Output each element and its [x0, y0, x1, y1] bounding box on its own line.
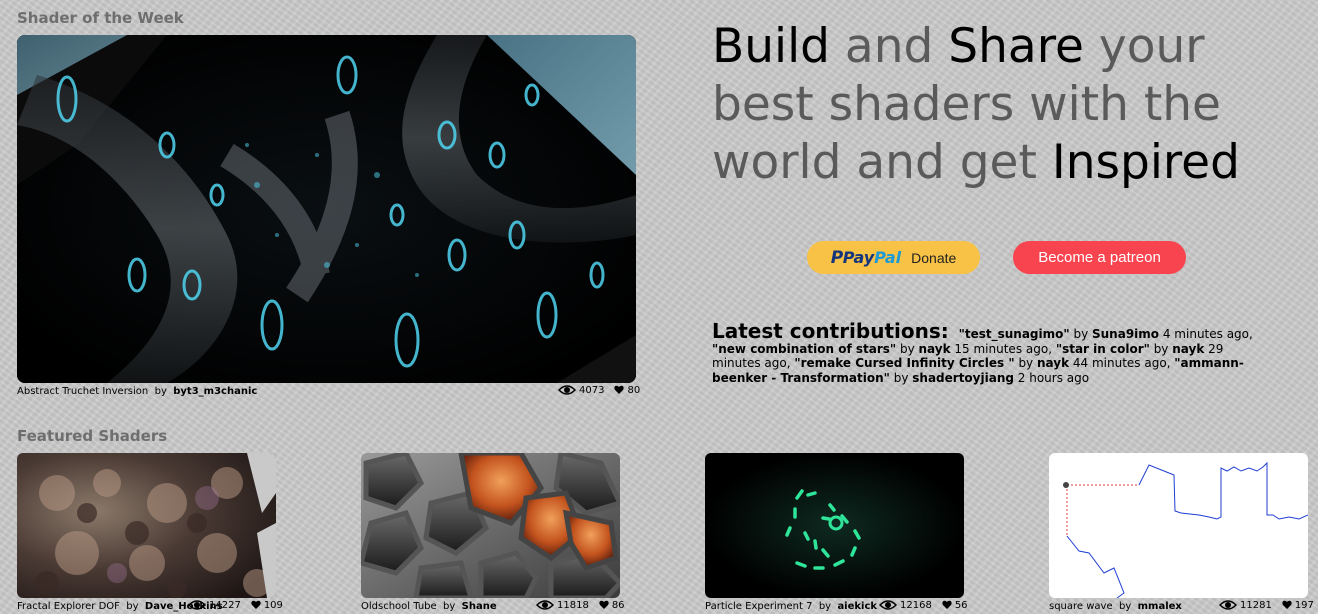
- featured-stats: 14227 109: [188, 599, 283, 611]
- contribution-author[interactable]: Suna9imo: [1092, 327, 1159, 341]
- heart-icon: [942, 600, 952, 610]
- shader-of-week-caption: Abstract Truchet Inversion by byt3_m3cha…: [17, 386, 257, 397]
- eye-icon: [1219, 599, 1237, 611]
- shader-name[interactable]: Oldschool Tube: [361, 601, 437, 612]
- featured-thumb-square-wave[interactable]: [1049, 453, 1308, 598]
- headline: Build and Share your best shaders with t…: [712, 18, 1312, 192]
- heart-icon: [251, 600, 261, 610]
- shader-of-week-preview[interactable]: [17, 35, 636, 383]
- eye-icon: [558, 384, 576, 396]
- contribution-author[interactable]: nayk: [919, 342, 951, 356]
- by-label: by: [126, 601, 139, 612]
- author-link[interactable]: Shane: [462, 601, 497, 612]
- shader-of-week-stats: 4073 80: [558, 384, 640, 396]
- shader-name[interactable]: Fractal Explorer DOF: [17, 601, 120, 612]
- featured-thumb-particle-experiment[interactable]: [705, 453, 964, 598]
- shader-of-week-title: Shader of the Week: [17, 9, 184, 27]
- shader-name[interactable]: square wave: [1049, 601, 1113, 612]
- views-count: 11818: [557, 599, 589, 611]
- latest-contributions-heading: Latest contributions:: [712, 319, 949, 343]
- by-label: by: [443, 601, 456, 612]
- paypal-donate-button[interactable]: P PayPal Donate: [807, 241, 980, 274]
- featured-caption: square wave by mmalex: [1049, 601, 1182, 612]
- heart-icon: [599, 600, 609, 610]
- author-link[interactable]: mmalex: [1138, 601, 1182, 612]
- headline-build: Build: [712, 19, 830, 74]
- contribution-title[interactable]: "star in color": [1056, 342, 1150, 356]
- contribution-item: "test_sunagimo" by Suna9imo 4 minutes ag…: [958, 327, 1253, 341]
- contribution-author[interactable]: nayk: [1037, 356, 1069, 370]
- shader-name[interactable]: Particle Experiment 7: [705, 601, 812, 612]
- by-label: by: [154, 386, 167, 397]
- featured-stats: 11818 86: [536, 599, 625, 611]
- featured-stats: 12168 56: [879, 599, 968, 611]
- paypal-icon: P: [830, 247, 844, 268]
- shader-name[interactable]: Abstract Truchet Inversion: [17, 386, 148, 397]
- views-count: 14227: [209, 599, 241, 611]
- contribution-title[interactable]: "test_sunagimo": [959, 327, 1070, 341]
- shader-preview-canvas[interactable]: [17, 35, 636, 383]
- eye-icon: [879, 599, 897, 611]
- heart-icon: [614, 385, 625, 395]
- featured-thumb-oldschool-tube[interactable]: [361, 453, 620, 598]
- likes-count: 56: [954, 599, 968, 611]
- latest-contributions: Latest contributions: "test_sunagimo" by…: [712, 321, 1272, 385]
- eye-icon: [536, 599, 554, 611]
- likes-count: 109: [263, 599, 283, 611]
- views-count: 12168: [900, 599, 932, 611]
- become-patreon-button[interactable]: Become a patreon: [1013, 241, 1186, 274]
- heart-icon: [1282, 600, 1292, 610]
- headline-inspired: Inspired: [1051, 135, 1240, 190]
- contribution-item: "remake Cursed Infinity Circles " by nay…: [794, 356, 1175, 370]
- by-label: by: [818, 601, 832, 612]
- featured-thumb-fractal-explorer[interactable]: [17, 453, 276, 598]
- likes-count: 197: [1294, 599, 1314, 611]
- featured-shaders-title: Featured Shaders: [17, 427, 168, 445]
- author-link[interactable]: aiekick: [837, 601, 877, 612]
- views-count: 11281: [1240, 599, 1272, 611]
- by-label: by: [1118, 601, 1132, 612]
- contribution-title[interactable]: "remake Cursed Infinity Circles ": [794, 356, 1014, 370]
- donate-label: Donate: [911, 249, 957, 266]
- headline-share: Share: [948, 19, 1084, 74]
- author-link[interactable]: byt3_m3chanic: [173, 386, 257, 397]
- contribution-author[interactable]: nayk: [1172, 342, 1204, 356]
- likes-count: 80: [627, 384, 641, 396]
- contribution-title[interactable]: "new combination of stars": [712, 342, 896, 356]
- contribution-item: "new combination of stars" by nayk 15 mi…: [712, 341, 1056, 356]
- featured-stats: 11281 197: [1219, 599, 1314, 611]
- eye-icon: [188, 599, 206, 611]
- featured-caption: Oldschool Tube by Shane: [361, 601, 497, 612]
- contribution-author[interactable]: shadertoyjiang: [912, 371, 1014, 385]
- featured-caption: Particle Experiment 7 by aiekick: [705, 601, 877, 612]
- headline-and: and: [829, 19, 949, 74]
- likes-count: 86: [611, 599, 625, 611]
- paypal-logo: P PayPal: [830, 247, 902, 268]
- views-count: 4073: [579, 384, 605, 396]
